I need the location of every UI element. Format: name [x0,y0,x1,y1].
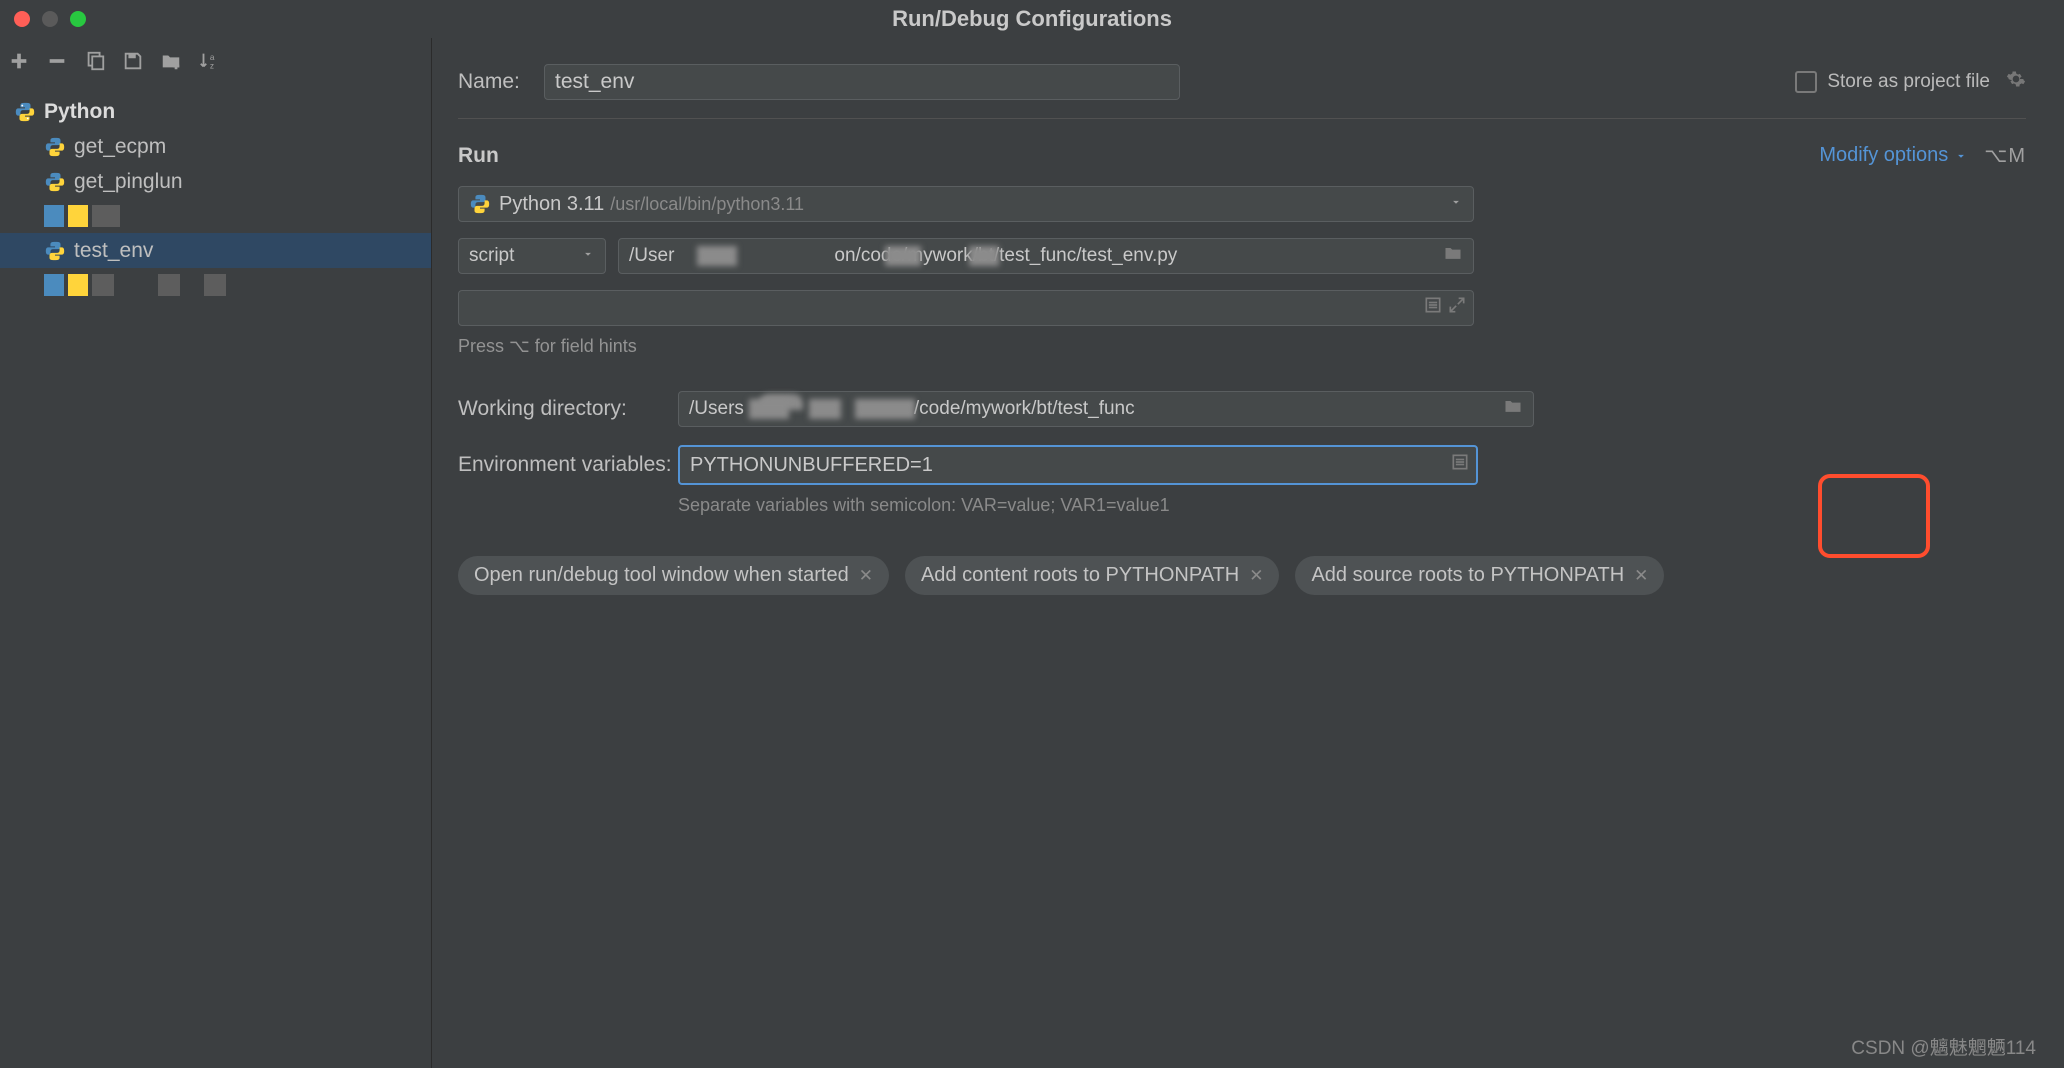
name-label: Name: [458,70,544,94]
python-icon [469,193,491,215]
env-vars-row: Environment variables: [458,445,2026,485]
script-mode-select[interactable]: script [458,238,606,274]
titlebar: Run/Debug Configurations [0,0,2064,38]
name-input[interactable] [544,64,1180,100]
chevron-down-icon [581,245,595,267]
modify-options-shortcut: ⌥M [1984,143,2026,168]
script-row: script /User on/code/mywork/bt/test_func… [458,238,2026,274]
interpreter-path: /usr/local/bin/python3.11 [610,194,804,215]
redacted [885,246,921,266]
redacted [809,399,841,419]
close-window-button[interactable] [14,11,30,27]
checkbox-icon[interactable] [1795,71,1817,93]
chip-open-tool-window[interactable]: Open run/debug tool window when started … [458,556,889,595]
content-panel: Name: Store as project file Run Modify o… [432,38,2064,1068]
tree-item-label: test_env [74,239,153,263]
maximize-window-button[interactable] [70,11,86,27]
close-icon[interactable]: ✕ [1634,566,1648,586]
env-vars-input[interactable] [678,445,1478,485]
options-chips: Open run/debug tool window when started … [458,556,2026,595]
chevron-down-icon [1954,149,1968,163]
env-label: Environment variables: [458,453,678,477]
redacted [969,246,999,266]
config-tree: Python get_ecpm get_pinglun [0,90,431,1068]
script-path-input[interactable]: /User on/code/mywork/bt/test_func/test_e… [618,238,1474,274]
modify-options-link[interactable]: Modify options [1819,144,1968,167]
list-icon[interactable] [1450,452,1470,478]
sidebar: az Python get_ecpm [0,38,432,1068]
wd-prefix: /Users [689,398,744,420]
redacted [697,246,737,266]
folder-config-button[interactable] [156,46,186,76]
parameters-input[interactable] [458,290,1474,326]
run-section-header: Run Modify options ⌥M [458,143,2026,168]
close-icon[interactable]: ✕ [859,566,873,586]
folder-icon[interactable] [1443,243,1463,269]
window-controls [14,11,86,27]
add-config-button[interactable] [4,46,34,76]
remove-config-button[interactable] [42,46,72,76]
name-row: Name: Store as project file [458,64,2026,100]
chip-label: Add content roots to PYTHONPATH [921,564,1239,587]
tree-root-python[interactable]: Python [0,94,431,129]
tree-root-label: Python [44,100,115,124]
svg-text:z: z [210,61,214,70]
redacted [855,399,915,419]
working-directory-row: Working directory: /Users /code/mywork/b… [458,391,2026,427]
tree-item-label: get_pinglun [74,170,183,194]
divider [458,118,2026,119]
modify-options-label: Modify options [1819,144,1948,167]
copy-config-button[interactable] [80,46,110,76]
interpreter-select[interactable]: Python 3.11 /usr/local/bin/python3.11 [458,186,1474,222]
run-section-title: Run [458,144,499,168]
close-icon[interactable]: ✕ [1249,566,1263,586]
main-area: az Python get_ecpm [0,38,2064,1068]
tree-item-get-ecpm[interactable]: get_ecpm [0,129,431,164]
wd-suffix: /code/mywork/bt/test_func [914,398,1135,420]
redacted [749,399,789,419]
script-path-prefix: /User [629,245,674,267]
tree-item-test-env[interactable]: test_env [0,233,431,268]
list-icon[interactable] [1423,295,1443,321]
wd-label: Working directory: [458,397,678,421]
python-icon [44,240,66,262]
store-label: Store as project file [1827,71,1990,93]
folder-icon[interactable] [1503,396,1523,422]
field-hint: Press ⌥ for field hints [458,336,2026,357]
sidebar-toolbar: az [0,38,431,90]
tree-item-label: get_ecpm [74,135,166,159]
tree-item-get-pinglun[interactable]: get_pinglun [0,164,431,199]
chip-add-content-roots[interactable]: Add content roots to PYTHONPATH ✕ [905,556,1280,595]
python-icon [44,136,66,158]
chip-label: Add source roots to PYTHONPATH [1311,564,1624,587]
tree-item-redacted[interactable] [0,268,431,302]
chevron-down-icon [1449,193,1463,215]
store-as-project-file[interactable]: Store as project file [1795,69,2026,95]
watermark: CSDN @魑魅魍魉114 [1851,1033,2036,1060]
env-hint: Separate variables with semicolon: VAR=v… [678,495,2026,516]
interpreter-name: Python 3.11 [499,193,604,216]
sort-config-button[interactable]: az [194,46,224,76]
minimize-window-button[interactable] [42,11,58,27]
chip-label: Open run/debug tool window when started [474,564,849,587]
highlight-annotation [1818,474,1930,558]
python-icon [44,171,66,193]
save-config-button[interactable] [118,46,148,76]
expand-icon[interactable] [1447,295,1467,321]
working-directory-input[interactable]: /Users /code/mywork/bt/test_func [678,391,1534,427]
python-icon [14,101,36,123]
script-mode-label: script [469,245,514,267]
chip-add-source-roots[interactable]: Add source roots to PYTHONPATH ✕ [1295,556,1664,595]
tree-item-redacted[interactable] [0,199,431,233]
dialog-window: Run/Debug Configurations [0,0,2064,1068]
dialog-title: Run/Debug Configurations [892,6,1172,32]
gear-icon[interactable] [2006,69,2026,95]
